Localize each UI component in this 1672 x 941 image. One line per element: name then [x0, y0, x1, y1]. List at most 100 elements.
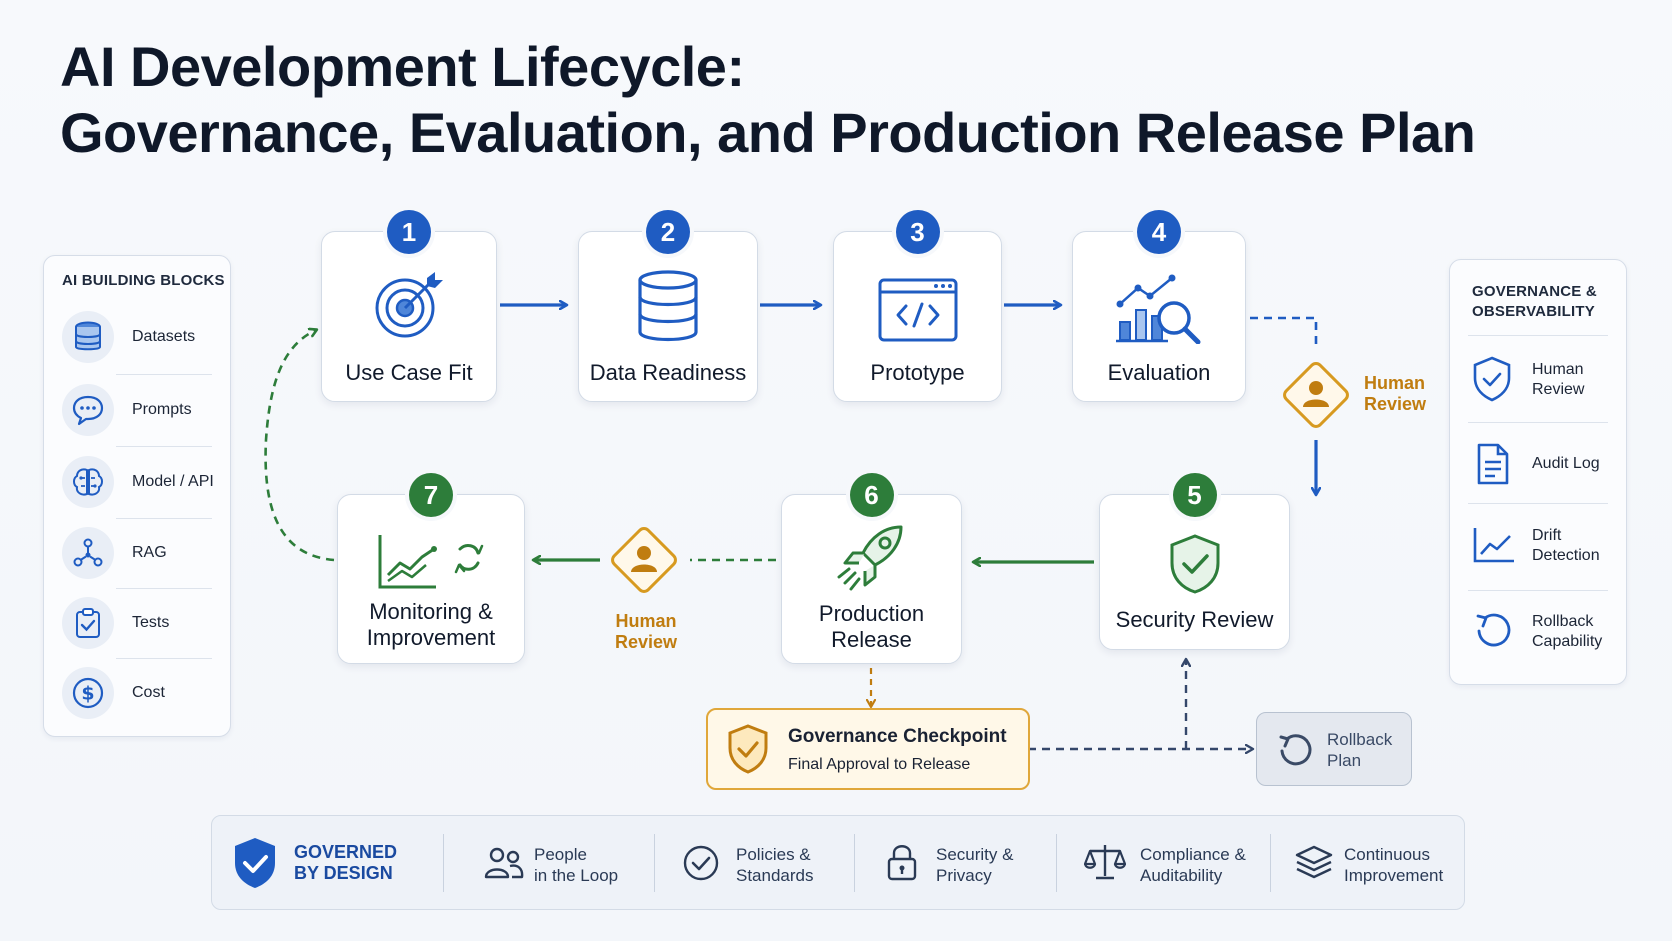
- page-title: AI Development Lifecycle: Governance, Ev…: [60, 34, 1476, 166]
- divider: [1468, 590, 1608, 591]
- lock-icon: [886, 842, 918, 887]
- step-prototype[interactable]: 3 Prototype: [833, 210, 1002, 402]
- governance-panel-heading: GOVERNANCE & OBSERVABILITY: [1472, 282, 1597, 322]
- label-line-1: Policies &: [736, 845, 811, 864]
- label-line-1: Continuous: [1344, 845, 1431, 864]
- block-item-cost[interactable]: $ Cost: [62, 664, 254, 722]
- step-data-readiness[interactable]: 2 Data Readiness: [578, 210, 758, 402]
- step-label: Security Review: [1115, 607, 1274, 632]
- shield-check-icon: [726, 724, 770, 779]
- governed-by-design: GOVERNED BY DESIGN: [232, 816, 432, 909]
- label-line-1: Human: [1532, 361, 1584, 378]
- label-line-1: Audit Log: [1532, 455, 1600, 472]
- heading-line-2: OBSERVABILITY: [1472, 303, 1595, 320]
- undo-icon: [1277, 731, 1315, 774]
- divider: [116, 446, 212, 447]
- human-review-checkpoint-upper[interactable]: [1276, 355, 1356, 435]
- layers-icon: [1294, 844, 1334, 887]
- step-label-line-1: Production: [818, 601, 925, 626]
- brain-icon: [62, 456, 114, 508]
- step-monitoring-improvement[interactable]: 7 Monitoring & Improvement: [337, 473, 525, 664]
- footer-item-label: Continuous Improvement: [1344, 844, 1443, 886]
- shield-check-icon: [232, 836, 278, 895]
- label-line-2: in the Loop: [534, 866, 619, 885]
- network-icon: [62, 527, 114, 579]
- trend-refresh-icon: [376, 531, 486, 596]
- governance-item-rollback-capability[interactable]: Rollback Capability: [1468, 594, 1618, 664]
- shield-check-icon: [1472, 356, 1512, 407]
- step-security-review[interactable]: 5 Security Review: [1099, 473, 1290, 650]
- dollar-icon: $: [62, 667, 114, 719]
- step-label: Monitoring & Improvement: [338, 599, 524, 651]
- chart-magnifier-icon: [1116, 272, 1202, 349]
- rollback-plan[interactable]: Rollback Plan: [1256, 712, 1412, 786]
- title-line-1: AI Development Lifecycle:: [60, 35, 745, 98]
- governance-checkpoint-subtitle: Final Approval to Release: [788, 756, 971, 773]
- label-line-1: People: [534, 845, 587, 864]
- divider: [854, 834, 855, 892]
- human-review-checkpoint-lower[interactable]: [604, 520, 684, 600]
- step-label-line-2: Improvement: [366, 625, 496, 650]
- footer-item-people: People in the Loop: [484, 816, 664, 909]
- governance-item-drift-detection[interactable]: Drift Detection: [1468, 508, 1618, 578]
- check-circle-icon: [682, 844, 720, 887]
- shield-check-icon: [1168, 533, 1222, 600]
- block-item-prompts[interactable]: Prompts: [62, 381, 254, 439]
- governance-item-label: Audit Log: [1532, 454, 1600, 474]
- divider: [1468, 422, 1608, 423]
- governance-checkpoint[interactable]: Governance Checkpoint Final Approval to …: [706, 708, 1030, 790]
- block-item-tests[interactable]: Tests: [62, 594, 254, 652]
- rollback-plan-line-2: Plan: [1327, 751, 1362, 770]
- label-line-2: Capability: [1532, 633, 1603, 650]
- scales-icon: [1083, 842, 1127, 887]
- divider: [1270, 834, 1271, 892]
- person-diamond-icon: [611, 527, 677, 593]
- footer-item-continuous-improvement: Continuous Improvement: [1294, 816, 1464, 909]
- divider: [443, 834, 444, 892]
- governance-item-audit-log[interactable]: Audit Log: [1468, 428, 1618, 498]
- database-icon: [62, 311, 114, 363]
- step-evaluation[interactable]: 4 Evaluation: [1072, 210, 1246, 402]
- label-line-2: Detection: [1532, 547, 1600, 564]
- step-label: Prototype: [870, 360, 965, 385]
- human-review-line-1: Human: [1364, 373, 1426, 393]
- building-blocks-panel: AI BUILDING BLOCKS Datasets Prompts Mode…: [43, 255, 231, 737]
- database-icon: [636, 270, 700, 347]
- label-line-2: Auditability: [1140, 866, 1223, 885]
- step-number-badge: 3: [895, 210, 940, 254]
- governed-by-design-bar: GOVERNED BY DESIGN People in the Loop Po…: [211, 815, 1465, 910]
- governance-observability-panel: GOVERNANCE & OBSERVABILITY Human Review …: [1449, 259, 1627, 685]
- block-item-model-api[interactable]: Model / API: [62, 453, 254, 511]
- step-number-badge: 5: [1172, 473, 1217, 517]
- block-item-rag[interactable]: RAG: [62, 524, 254, 582]
- label-line-1: Compliance &: [1140, 845, 1246, 864]
- divider: [1056, 834, 1057, 892]
- divider: [116, 518, 212, 519]
- footer-item-label: Compliance & Auditability: [1140, 844, 1246, 886]
- footer-item-security: Security & Privacy: [886, 816, 1056, 909]
- governance-checkpoint-title: Governance Checkpoint: [788, 726, 1007, 747]
- step-label-line-2: Release: [831, 627, 912, 652]
- heading-line-1: GOVERNANCE &: [1472, 283, 1597, 300]
- divider: [654, 834, 655, 892]
- block-label-datasets: Datasets: [132, 328, 196, 345]
- label-line-2: Improvement: [1344, 866, 1444, 885]
- target-icon: [373, 268, 445, 345]
- divider: [116, 588, 212, 589]
- governance-item-human-review[interactable]: Human Review: [1468, 342, 1618, 412]
- human-review-line-2: Review: [615, 632, 678, 652]
- divider: [116, 374, 212, 375]
- block-item-datasets[interactable]: Datasets: [62, 308, 254, 366]
- rollback-plan-label: Rollback Plan: [1327, 729, 1392, 771]
- footer-item-label: People in the Loop: [534, 844, 618, 886]
- human-review-line-2: Review: [1364, 394, 1427, 414]
- step-production-release[interactable]: 6 Production Release: [781, 473, 962, 664]
- divider: [1468, 335, 1608, 336]
- footer-item-label: Policies & Standards: [736, 844, 814, 886]
- person-diamond-icon: [1283, 362, 1349, 428]
- line-chart-icon: [1472, 526, 1516, 569]
- block-label-tests: Tests: [132, 614, 170, 631]
- step-use-case-fit[interactable]: 1 Use Case Fit: [321, 210, 497, 402]
- block-label-model-api: Model / API: [132, 473, 214, 490]
- step-label: Use Case Fit: [345, 360, 473, 385]
